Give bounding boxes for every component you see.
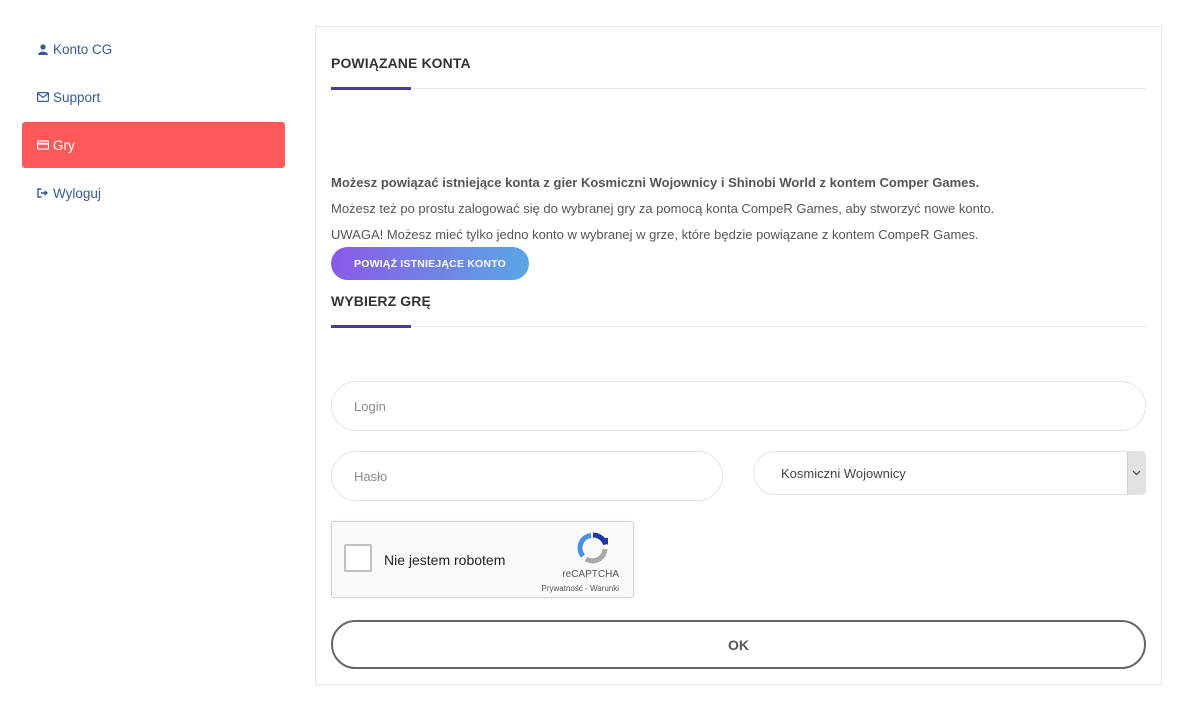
linked-accounts-title: POWIĄZANE KONTA	[331, 55, 471, 71]
games-panel: POWIĄZANE KONTA Możesz powiązać istnieją…	[315, 26, 1162, 685]
sidebar-item-label: Gry	[53, 137, 75, 153]
user-icon	[37, 43, 49, 55]
ok-button[interactable]: OK	[331, 620, 1146, 669]
recaptcha-brand: reCAPTCHA	[562, 569, 619, 580]
section-divider	[331, 88, 1146, 89]
section-accent-line	[331, 87, 411, 90]
game-select-value: Kosmiczni Wojownicy	[781, 465, 906, 481]
sidebar-item-label: Support	[53, 89, 101, 105]
credit-card-icon	[37, 139, 49, 151]
recaptcha-label: Nie jestem robotem	[384, 552, 506, 568]
choose-game-title: WYBIERZ GRĘ	[331, 293, 431, 309]
info-line-3: UWAGA! Możesz mieć tylko jedno konto w w…	[331, 227, 979, 242]
recaptcha-terms-link[interactable]: Prywatność - Warunki	[542, 584, 620, 593]
sidebar-item-support[interactable]: Support	[22, 74, 285, 120]
info-line-2: Możesz też po prostu zalogować się do wy…	[331, 201, 995, 216]
login-input[interactable]	[331, 381, 1146, 431]
envelope-icon	[37, 91, 49, 103]
chevron-down-icon[interactable]	[1127, 452, 1145, 494]
sidebar-item-label: Wyloguj	[53, 185, 101, 201]
section-accent-line	[331, 325, 411, 328]
sidebar-item-gry[interactable]: Gry	[22, 122, 285, 168]
recaptcha-widget: Nie jestem robotem reCAPTCHA Prywatność …	[331, 521, 634, 598]
sidebar-item-konto-cg[interactable]: Konto CG	[22, 26, 285, 72]
recaptcha-checkbox[interactable]	[344, 544, 372, 572]
link-existing-account-button[interactable]: POWIĄŻ ISTNIEJĄCE KONTO	[331, 247, 529, 280]
sidebar: Konto CG Support Gry Wyloguj	[22, 26, 285, 218]
game-select[interactable]: Kosmiczni Wojownicy	[753, 451, 1146, 495]
recaptcha-logo-icon	[577, 532, 609, 564]
sidebar-item-wyloguj[interactable]: Wyloguj	[22, 170, 285, 216]
password-input[interactable]	[331, 451, 723, 501]
info-line-1: Możesz powiązać istniejące konta z gier …	[331, 175, 980, 190]
sign-out-icon	[37, 187, 49, 199]
section-divider	[331, 326, 1146, 327]
sidebar-item-label: Konto CG	[53, 41, 113, 57]
